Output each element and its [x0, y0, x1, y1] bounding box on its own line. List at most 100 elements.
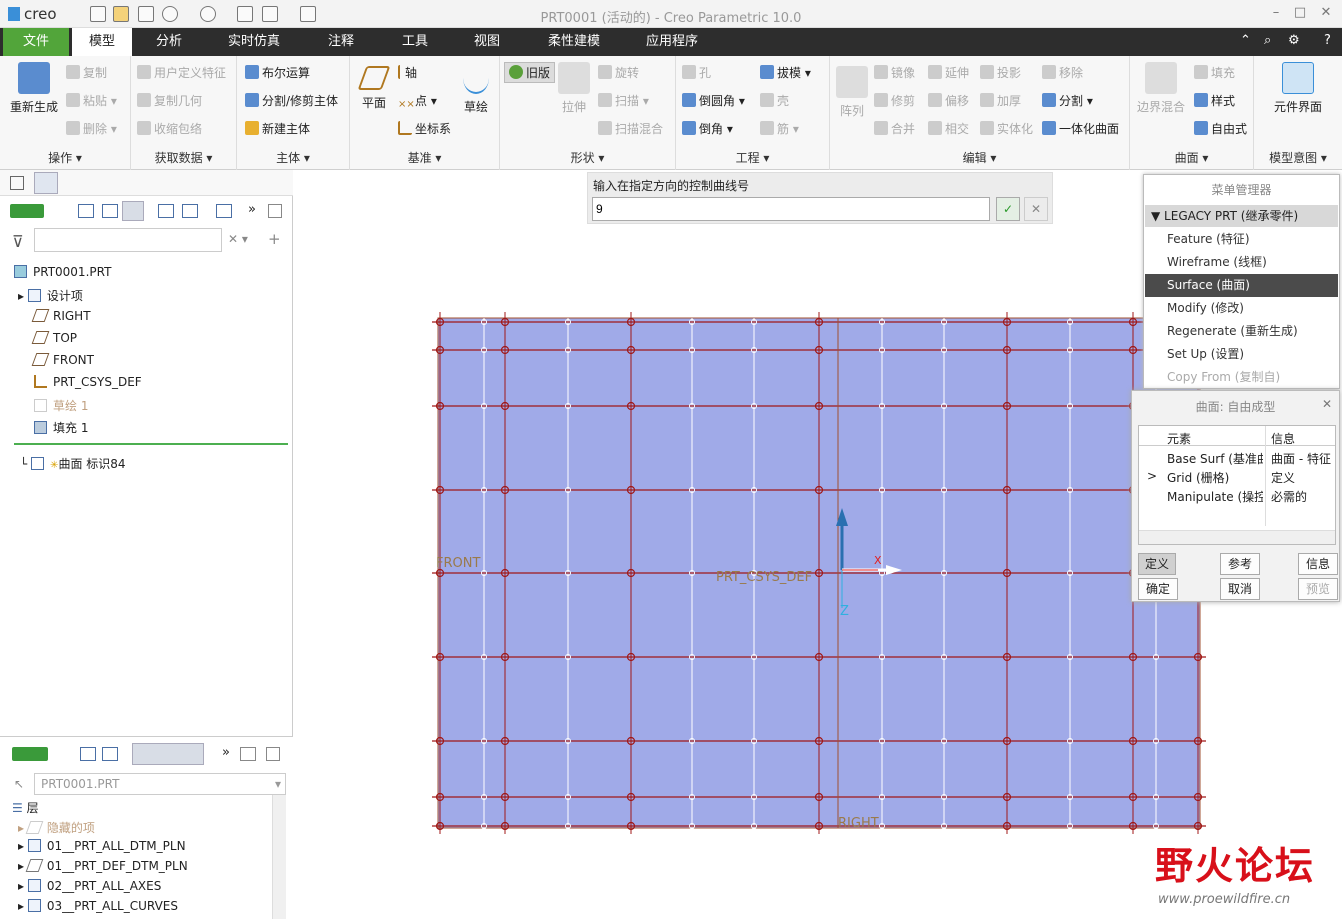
layer-item-dtm-pln-def[interactable]: ▸ 01__PRT_DEF_DTM_PLN [18, 859, 188, 879]
help-icon[interactable]: ? [1324, 33, 1331, 48]
layer-item-curves[interactable]: ▸ 03__PRT_ALL_CURVES [18, 899, 178, 919]
plane-button[interactable]: 平面 [356, 62, 392, 111]
tab-simulation[interactable]: 实时仿真 [218, 28, 290, 56]
boolean-button[interactable]: 布尔运算 [245, 64, 310, 81]
tree-item-front[interactable]: FRONT [31, 353, 94, 373]
tab-flexible[interactable]: 柔性建模 [538, 28, 610, 56]
tab-tools[interactable]: 工具 [392, 28, 438, 56]
tree-item-right[interactable]: RIGHT [31, 309, 91, 329]
component-interface-button[interactable]: 元件界面 [1260, 62, 1336, 115]
axis-button[interactable]: 轴 [398, 64, 417, 81]
menu-item-surface[interactable]: Surface (曲面) [1145, 274, 1338, 297]
thicken-button[interactable]: 加厚 [980, 92, 1021, 109]
copy-geometry-button[interactable]: 复制几何 [137, 92, 202, 109]
maximize-icon[interactable]: □ [1292, 5, 1308, 21]
delete-button[interactable]: 删除 ▾ [66, 120, 117, 137]
define-button[interactable]: 定义 [1138, 553, 1176, 575]
revolve-button[interactable]: 旋转 [598, 64, 639, 81]
trim-button[interactable]: 修剪 [874, 92, 915, 109]
clear-search-icon[interactable]: ✕ ▾ [228, 232, 248, 246]
tree-filter-icon[interactable] [78, 204, 94, 218]
new-body-button[interactable]: 新建主体 [245, 120, 310, 137]
rib-button[interactable]: 筋 ▾ [760, 120, 799, 137]
tab-applications[interactable]: 应用程序 [636, 28, 708, 56]
editing-group-label[interactable]: 编辑 ▾ [830, 149, 1129, 166]
tree-export-icon[interactable] [268, 204, 282, 218]
regenerate-icon[interactable] [237, 6, 253, 22]
menu-item-feature[interactable]: Feature (特征) [1145, 228, 1338, 251]
search-icon[interactable]: ⌕ [1264, 33, 1271, 48]
shell-button[interactable]: 壳 [760, 92, 789, 109]
row-manipulate[interactable]: Manipulate (操控 [1167, 488, 1263, 505]
menu-item-copy-from[interactable]: Copy From (复制自) [1145, 366, 1338, 389]
close-window-icon[interactable] [300, 6, 316, 22]
merge-button[interactable]: 合并 [874, 120, 915, 137]
layer-settings-icon[interactable] [240, 747, 256, 761]
pattern-button[interactable]: 阵列 [834, 66, 870, 119]
collapse-ribbon-icon[interactable]: ⌃ [1240, 33, 1251, 48]
swept-blend-button[interactable]: 扫描混合 [598, 120, 663, 137]
round-button[interactable]: 倒圆角 ▾ [682, 92, 745, 109]
offset-button[interactable]: 偏移 [928, 92, 969, 109]
fill-button[interactable]: 填充 [1194, 64, 1235, 81]
tab-model[interactable]: 模型 [72, 28, 132, 56]
style-button[interactable]: 样式 [1194, 92, 1235, 109]
settings-icon[interactable]: ⚙ [1288, 33, 1300, 48]
tree-show-icon[interactable] [182, 204, 198, 218]
tree-item-top[interactable]: TOP [31, 331, 77, 351]
menu-item-setup[interactable]: Set Up (设置) [1145, 343, 1338, 366]
tree-item-design-items[interactable]: ▸ 设计项 [18, 287, 83, 307]
ops-group-label[interactable]: 操作 ▾ [0, 149, 130, 166]
udf-button[interactable]: 用户定义特征 [137, 64, 226, 81]
datum-group-label[interactable]: 基准 ▾ [350, 149, 499, 166]
boundary-blend-button[interactable]: 边界混合 [1134, 62, 1188, 115]
layer-export-icon[interactable] [266, 747, 280, 761]
hole-button[interactable]: 孔 [682, 64, 711, 81]
regenerate-button[interactable]: 重新生成 [6, 62, 62, 115]
solidify-button[interactable]: 实体化 [980, 120, 1033, 137]
menu-item-regenerate[interactable]: Regenerate (重新生成) [1145, 320, 1338, 343]
tab-view[interactable]: 视图 [464, 28, 510, 56]
ok-button[interactable]: 确定 [1138, 578, 1178, 600]
new-icon[interactable] [90, 6, 106, 22]
tab-analysis[interactable]: 分析 [146, 28, 192, 56]
unify-surface-button[interactable]: 一体化曲面 [1042, 120, 1119, 137]
tree-columns-icon[interactable] [102, 204, 118, 218]
layer-collapse-icon[interactable] [102, 747, 118, 761]
body-group-label[interactable]: 主体 ▾ [237, 149, 349, 166]
tree-item-surface-84[interactable]: └ ✳曲面 标识84 [20, 455, 126, 475]
legacy-button[interactable]: 旧版 [504, 62, 556, 83]
surfaces-group-label[interactable]: 曲面 ▾ [1130, 149, 1253, 166]
reference-button[interactable]: 参考 [1220, 553, 1260, 575]
project-button[interactable]: 投影 [980, 64, 1021, 81]
chamfer-button[interactable]: 倒角 ▾ [682, 120, 733, 137]
sketch-button[interactable]: 草绘 [458, 62, 494, 115]
tree-model-icon[interactable] [10, 204, 44, 218]
layer-props-icons[interactable] [132, 743, 204, 765]
tree-item-fill[interactable]: 填充 1 [34, 419, 88, 439]
csys-button[interactable]: 坐标系 [398, 120, 451, 137]
menu-item-modify[interactable]: Modify (修改) [1145, 297, 1338, 320]
layer-hidden-items[interactable]: ▸ 隐藏的项 [18, 819, 95, 839]
tree-item-csys[interactable]: PRT_CSYS_DEF [34, 375, 142, 395]
layer-model-select[interactable]: PRT0001.PRT ▾ [34, 773, 286, 795]
shapes-group-label[interactable]: 形状 ▾ [500, 149, 675, 166]
layer-expand-icon[interactable] [80, 747, 96, 761]
tab-annotate[interactable]: 注释 [318, 28, 364, 56]
tree-item-part[interactable]: PRT0001.PRT [14, 265, 111, 285]
intersect-button[interactable]: 相交 [928, 120, 969, 137]
tree-sort-icon[interactable] [158, 204, 174, 218]
undo-icon[interactable] [162, 6, 178, 22]
getdata-group-label[interactable]: 获取数据 ▾ [131, 149, 236, 166]
layer-item-dtm-pln-all[interactable]: ▸ 01__PRT_ALL_DTM_PLN [18, 839, 186, 859]
add-filter-icon[interactable]: + [268, 230, 281, 248]
prompt-input[interactable] [592, 197, 990, 221]
layer-scrollbar[interactable] [272, 795, 286, 919]
folder-browser-tab-icon[interactable] [34, 172, 58, 194]
sweep-button[interactable]: 扫描 ▾ [598, 92, 649, 109]
dialog-close-icon[interactable]: ✕ [1322, 397, 1332, 411]
paste-button[interactable]: 粘贴 ▾ [66, 92, 117, 109]
copy-button[interactable]: 复制 [66, 64, 107, 81]
table-hscrollbar[interactable] [1139, 530, 1335, 544]
tree-search-input[interactable] [34, 228, 222, 252]
